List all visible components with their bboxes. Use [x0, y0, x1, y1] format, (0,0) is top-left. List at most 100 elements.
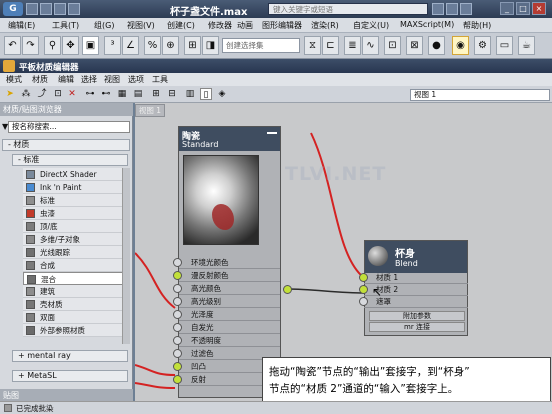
sme-menu-edit[interactable]: 编辑	[58, 74, 74, 85]
minimize-button[interactable]: _	[500, 2, 514, 15]
menu-create[interactable]: 创建(C)	[167, 20, 195, 31]
menu-modifiers[interactable]: 修改器	[208, 20, 232, 31]
show-bg-icon[interactable]: ▤	[132, 88, 144, 100]
align-icon[interactable]: ⊏	[322, 36, 339, 55]
named-selection-dropdown[interactable]: 创建选择集	[222, 38, 300, 53]
sme-menu-view[interactable]: 视图	[104, 74, 120, 85]
slot-input-socket[interactable]	[173, 323, 182, 332]
browser-item[interactable]: 顶/底	[23, 220, 123, 233]
porcelain-slot[interactable]: 高光颜色	[173, 283, 280, 295]
slot-input-socket[interactable]	[173, 375, 182, 384]
node-porcelain-output-socket[interactable]	[283, 285, 292, 294]
slot-input-socket[interactable]	[173, 362, 182, 371]
browser-item[interactable]: 标准	[23, 194, 123, 207]
group-mental-ray[interactable]: + mental ray	[12, 350, 128, 362]
browser-item[interactable]: 混合	[23, 272, 123, 285]
browser-item[interactable]: 合成	[23, 259, 123, 272]
slot-input-socket[interactable]	[173, 258, 182, 267]
menu-help[interactable]: 帮助(H)	[463, 20, 491, 31]
schematic-icon[interactable]: ⊡	[384, 36, 401, 55]
move-icon[interactable]: ✥	[62, 36, 79, 55]
sme-menu-select[interactable]: 选择	[81, 74, 97, 85]
slot-material-2-input[interactable]	[359, 285, 368, 294]
spinner-snap-icon[interactable]: ⊕	[162, 36, 179, 55]
browser-item[interactable]: 外部参照材质	[23, 324, 123, 337]
show-map-icon[interactable]: ▦	[116, 88, 128, 100]
maps-group-header[interactable]: 贴图	[0, 389, 133, 401]
mirror-icon[interactable]: ◨	[202, 36, 219, 55]
hide-unused-icon[interactable]: ⊷	[100, 88, 112, 100]
move-children-icon[interactable]: ⊶	[84, 88, 96, 100]
maximize-button[interactable]: □	[516, 2, 530, 15]
sme-menu-utilities[interactable]: 工具	[152, 74, 168, 85]
close-button[interactable]: ×	[532, 2, 546, 15]
browser-item[interactable]: 壳材质	[23, 298, 123, 311]
slate-editor-icon[interactable]: ◉	[452, 36, 469, 55]
browser-item[interactable]: 建筑	[23, 285, 123, 298]
mirror-tool-icon[interactable]: ⧖	[304, 36, 321, 55]
help-icon[interactable]	[460, 3, 472, 15]
browser-item[interactable]: Ink 'n Paint	[23, 181, 123, 194]
parameter-editor-icon[interactable]: ▯	[200, 88, 212, 100]
porcelain-slot[interactable]: 自发光	[173, 322, 280, 334]
curve-editor-icon[interactable]: ∿	[362, 36, 379, 55]
porcelain-slot[interactable]: 高光级别	[173, 296, 280, 308]
quick-access-icon[interactable]	[26, 3, 38, 15]
percent-snap-icon[interactable]: %	[144, 36, 161, 55]
star-icon[interactable]	[446, 3, 458, 15]
edit-named-sets-icon[interactable]: ⊞	[184, 36, 201, 55]
slot-material-1[interactable]: 材质 1	[359, 272, 468, 284]
assign-material-icon[interactable]: ⊡	[52, 88, 64, 100]
menu-graph-editors[interactable]: 图形编辑器	[262, 20, 302, 31]
menu-customize[interactable]: 自定义(U)	[353, 20, 389, 31]
select-by-material-icon[interactable]: ◈	[216, 88, 228, 100]
slot-mask-input[interactable]	[359, 297, 368, 306]
browser-search-input[interactable]: 按名称搜索...	[8, 121, 130, 133]
node-collapse-icon[interactable]	[267, 128, 277, 134]
graph-icon[interactable]: ⊠	[406, 36, 423, 55]
browser-item[interactable]: 多维/子对象	[23, 233, 123, 246]
menu-rendering[interactable]: 渲染(R)	[311, 20, 339, 31]
app-logo-icon[interactable]: G	[3, 2, 23, 16]
layer-icon[interactable]: ≣	[344, 36, 361, 55]
menu-animation[interactable]: 动画	[237, 20, 253, 31]
node-porcelain-header[interactable]: 陶瓷 Standard	[179, 127, 280, 151]
slot-input-socket[interactable]	[173, 284, 182, 293]
view-dropdown[interactable]: 视图 1	[410, 89, 550, 101]
material-id-icon[interactable]: ▥	[184, 88, 196, 100]
view-tab[interactable]: 视图 1	[135, 104, 165, 117]
put-material-icon[interactable]: ⤴	[36, 88, 48, 100]
slot-input-socket[interactable]	[173, 349, 182, 358]
browser-scrollbar[interactable]	[122, 168, 130, 344]
save-icon[interactable]	[54, 3, 66, 15]
sme-menu-material[interactable]: 材质	[32, 74, 48, 85]
render-setup-icon[interactable]: ⚙	[474, 36, 491, 55]
search-input[interactable]: 键入关键字或短语	[268, 3, 428, 15]
group-standard[interactable]: - 标准	[12, 154, 128, 166]
browser-item[interactable]: 虫漆	[23, 207, 123, 220]
snap-3-icon[interactable]: ³	[104, 36, 121, 55]
sme-menu-options[interactable]: 选项	[128, 74, 144, 85]
sme-menu-modes[interactable]: 模式	[6, 74, 22, 85]
binoculars-icon[interactable]	[432, 3, 444, 15]
porcelain-slot[interactable]: 光泽度	[173, 309, 280, 321]
slot-input-socket[interactable]	[173, 297, 182, 306]
porcelain-slot[interactable]: 不透明度	[173, 335, 280, 347]
browser-item[interactable]: 双面	[23, 311, 123, 324]
redo-icon[interactable]: ↷	[22, 36, 39, 55]
material-editor-icon[interactable]: ●	[428, 36, 445, 55]
open-icon[interactable]	[40, 3, 52, 15]
porcelain-slot[interactable]: 漫反射颜色	[173, 270, 280, 282]
menu-tools[interactable]: 工具(T)	[52, 20, 79, 31]
porcelain-slot[interactable]: 环境光颜色	[173, 257, 280, 269]
menu-edit[interactable]: 编辑(E)	[8, 20, 35, 31]
node-cup-header[interactable]: 杯身 Blend	[365, 241, 467, 273]
select-object-icon[interactable]: ▣	[82, 36, 99, 55]
browser-item[interactable]: DirectX Shader	[23, 168, 123, 181]
browser-item[interactable]: 光线跟踪	[23, 246, 123, 259]
pick-material-icon[interactable]: ⁂	[20, 88, 32, 100]
select-arrow-icon[interactable]: ➤	[4, 88, 16, 100]
layout-icon[interactable]: ⊞	[150, 88, 162, 100]
delete-icon[interactable]: ✕	[66, 88, 78, 100]
menu-group[interactable]: 组(G)	[94, 20, 114, 31]
